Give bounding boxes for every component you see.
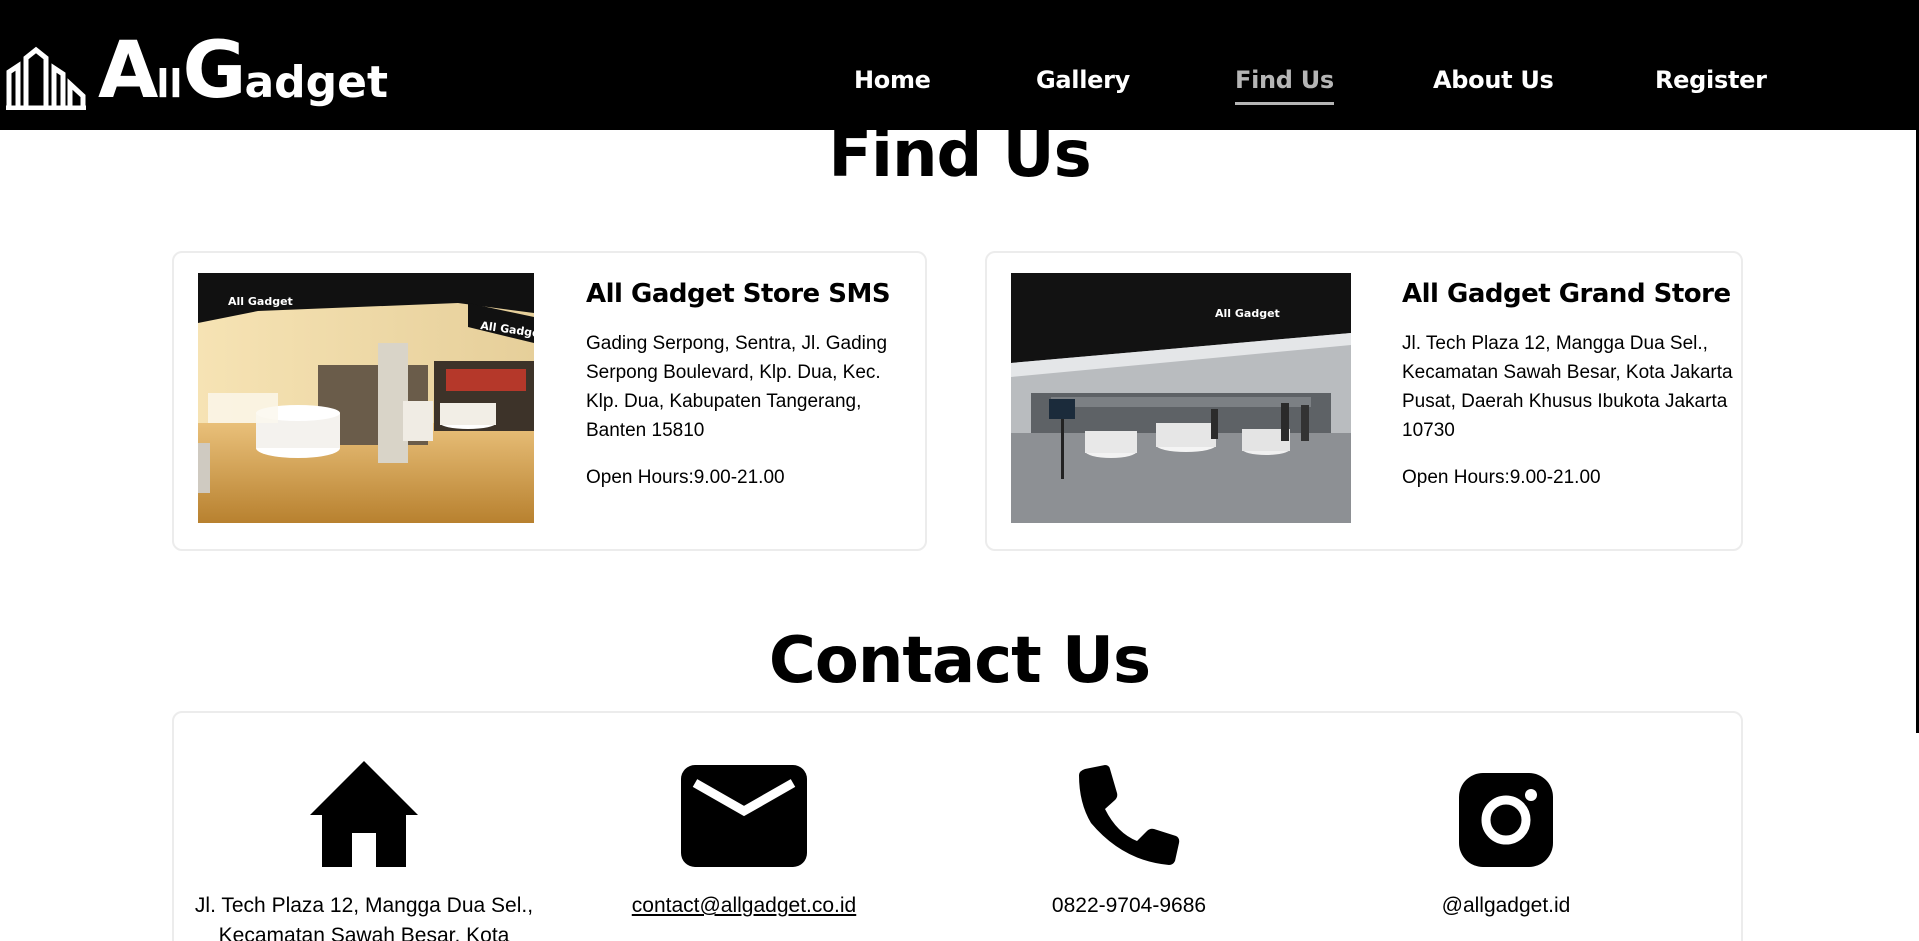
navbar: AllGadget Home Gallery Find Us About Us … (0, 0, 1919, 130)
contact-phone: 0822-9704-9686 (959, 757, 1299, 921)
store-card-sms: All Gadget All Gadget All Gadget Store S… (172, 251, 927, 551)
brand-wordmark[interactable]: AllGadget (98, 26, 388, 116)
nav-find-us[interactable]: Find Us (1235, 66, 1334, 105)
logo-letters-adget: adget (244, 57, 389, 108)
logo-letters-ll: ll (156, 62, 183, 106)
contact-address-text: Jl. Tech Plaza 12, Mangga Dua Sel., Keca… (194, 894, 534, 941)
contact-instagram-text[interactable]: @allgadget.id (1336, 891, 1676, 921)
contact-us-title: Contact Us (768, 624, 1151, 698)
store-info-grand: All Gadget Grand Store Jl. Tech Plaza 12… (1402, 279, 1737, 489)
buildings-logo-icon (6, 46, 86, 110)
store-photo-grand: All Gadget (1011, 273, 1351, 523)
store-card-grand: All Gadget All Gadget Grand Store Jl. Te… (985, 251, 1743, 551)
nav-about-us[interactable]: About Us (1433, 66, 1554, 94)
contact-card: Jl. Tech Plaza 12, Mangga Dua Sel., Keca… (172, 711, 1743, 941)
house-icon (310, 761, 418, 867)
contact-instagram: @allgadget.id (1336, 757, 1676, 921)
store-address: Jl. Tech Plaza 12, Mangga Dua Sel., Keca… (1402, 333, 1733, 441)
store-hours: Open Hours:9.00-21.00 (1402, 467, 1601, 488)
store-sign-grand: All Gadget (1215, 307, 1280, 320)
store-sign-sms: All Gadget (228, 295, 293, 308)
nav-register[interactable]: Register (1655, 66, 1767, 94)
instagram-icon (1459, 773, 1553, 867)
store-name: All Gadget Store SMS (586, 279, 891, 309)
phone-icon (1079, 765, 1180, 865)
contact-address: Jl. Tech Plaza 12, Mangga Dua Sel., Keca… (194, 757, 534, 941)
brand-logo[interactable] (6, 30, 86, 110)
contact-email: contact@allgadget.co.id (574, 757, 914, 921)
store-hours: Open Hours:9.00-21.00 (586, 467, 785, 488)
store-name: All Gadget Grand Store (1402, 279, 1731, 309)
nav-gallery[interactable]: Gallery (1036, 66, 1130, 94)
logo-letter-g: G (182, 26, 246, 116)
logo-letter-a: A (98, 26, 158, 116)
store-photo-sms: All Gadget All Gadget (198, 273, 534, 523)
store-info-sms: All Gadget Store SMS Gading Serpong, Sen… (586, 279, 916, 489)
nav-home[interactable]: Home (854, 66, 931, 94)
envelope-icon (681, 765, 807, 867)
store-address: Gading Serpong, Sentra, Jl. Gading Serpo… (586, 333, 888, 441)
contact-phone-text: 0822-9704-9686 (1051, 894, 1207, 917)
contact-email-link[interactable]: contact@allgadget.co.id (632, 894, 856, 917)
